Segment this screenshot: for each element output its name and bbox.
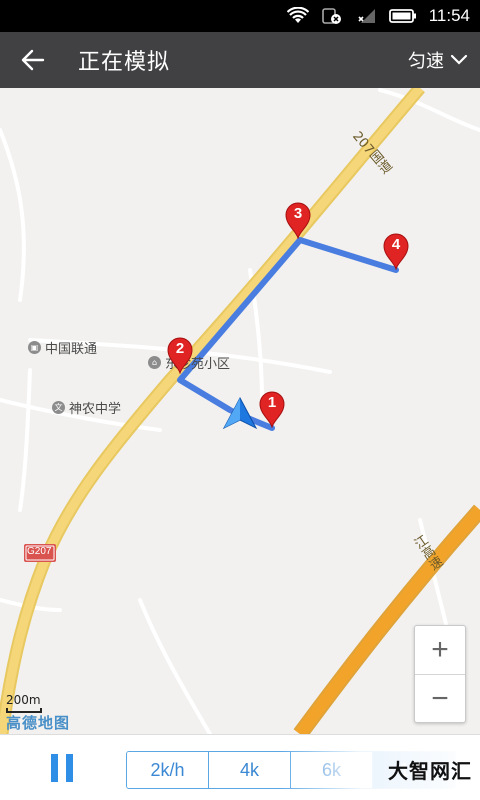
poi-icon: ⌂ xyxy=(148,356,161,369)
signal-icon xyxy=(358,9,375,23)
map-scale-label: 200m xyxy=(6,693,41,707)
poi-china-unicom[interactable]: ▣ 中国联通 xyxy=(28,338,97,357)
watermark-text: 大智网汇 xyxy=(388,758,472,783)
back-button[interactable] xyxy=(0,32,66,88)
chevron-down-icon xyxy=(450,54,468,65)
map-provider-logo: 高德地图 xyxy=(6,714,71,732)
header: 正在模拟 匀速 xyxy=(0,32,480,88)
route-marker-4[interactable]: 4 xyxy=(382,232,410,271)
speed-option-4k[interactable]: 4k xyxy=(209,752,291,788)
battery-icon xyxy=(388,9,416,23)
speed-mode-dropdown[interactable]: 匀速 xyxy=(408,32,468,88)
sim-card-icon xyxy=(321,8,341,24)
poi-label: 神农中学 xyxy=(69,402,122,417)
arrow-left-icon xyxy=(21,49,45,71)
pause-button[interactable] xyxy=(38,745,86,791)
status-bar: 11:54 xyxy=(0,0,480,32)
wifi-icon xyxy=(286,7,309,23)
pause-icon xyxy=(51,754,73,782)
route-marker-1[interactable]: 1 xyxy=(258,390,286,429)
road-label-g207-badge: G207 xyxy=(27,546,52,557)
current-location-arrow xyxy=(222,396,258,430)
speed-mode-label: 匀速 xyxy=(408,51,444,72)
map-view[interactable]: G207 207国道 江高速 ▣ 中国联通 ⌂ 东珍苑小区 文 神农中学 1 2… xyxy=(0,88,480,734)
poi-label: 中国联通 xyxy=(45,342,98,357)
status-time: 11:54 xyxy=(428,6,470,25)
poi-icon: ▣ xyxy=(28,341,41,354)
poi-icon: 文 xyxy=(52,401,65,414)
zoom-control: + − xyxy=(414,625,466,723)
speed-option-2kmh[interactable]: 2k/h xyxy=(127,752,209,788)
zoom-out-button[interactable]: − xyxy=(415,675,465,723)
poi-school[interactable]: 文 神农中学 xyxy=(52,398,121,417)
route-marker-2[interactable]: 2 xyxy=(166,336,194,375)
route-marker-3[interactable]: 3 xyxy=(284,201,312,240)
watermark: 大智网汇 xyxy=(280,742,480,796)
page-title: 正在模拟 xyxy=(78,50,171,75)
zoom-in-button[interactable]: + xyxy=(415,626,465,674)
